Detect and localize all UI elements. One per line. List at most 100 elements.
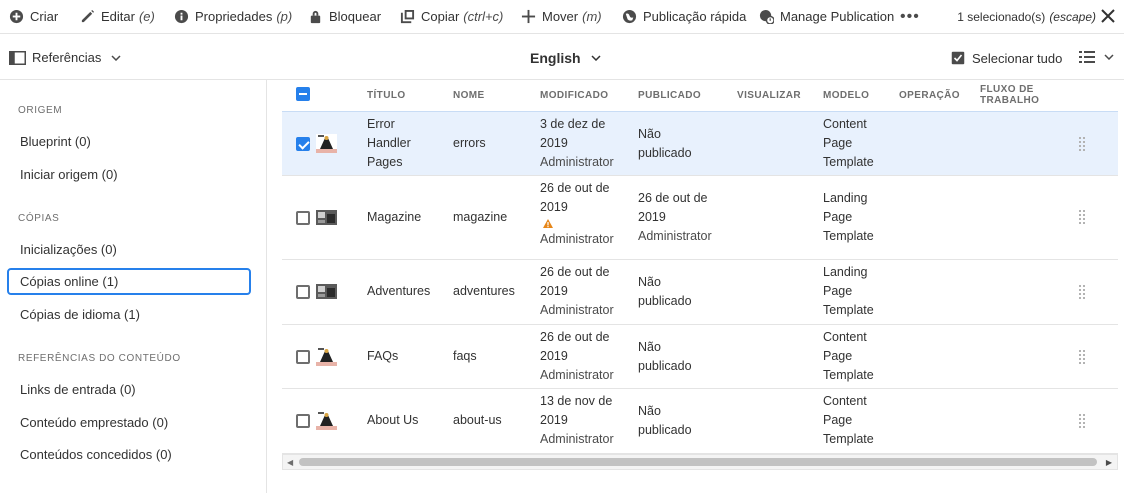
- language-selector[interactable]: English: [530, 36, 601, 80]
- copy-shortcut: (ctrl+c): [463, 9, 504, 24]
- horizontal-scrollbar[interactable]: ◀ ▶: [282, 454, 1118, 470]
- column-preview[interactable]: VISUALIZAR: [737, 90, 801, 101]
- rail-switcher[interactable]: Referências: [0, 36, 267, 80]
- page-thumbnail-icon: [316, 134, 337, 153]
- modified-date: 26 de out de: [540, 181, 610, 195]
- modified-by: Administrator: [540, 303, 614, 317]
- column-name[interactable]: NOME: [453, 90, 485, 101]
- quick-publish-button[interactable]: Publicação rápida: [622, 0, 746, 34]
- row-checkbox[interactable]: [296, 211, 310, 225]
- row-published: Não publicado: [638, 273, 692, 311]
- row-checkbox[interactable]: [296, 414, 310, 428]
- column-template[interactable]: MODELO: [823, 90, 869, 101]
- row-modified: 3 de dez de 2019 Administrator: [540, 115, 614, 172]
- properties-label: Propriedades: [195, 9, 273, 24]
- table-row[interactable]: Adventures adventures 26 de out de 2019 …: [282, 260, 1118, 325]
- row-checkbox[interactable]: [296, 285, 310, 299]
- column-workflow[interactable]: FLUXO DE TRABALHO: [980, 84, 1039, 106]
- lock-button[interactable]: Bloquear: [308, 0, 381, 34]
- scroll-right-icon[interactable]: ▶: [1106, 458, 1112, 467]
- template-line: Template: [823, 432, 874, 446]
- published-line: Não: [638, 340, 661, 354]
- row-name: adventures: [453, 284, 515, 298]
- edit-button[interactable]: Editar (e): [80, 0, 155, 34]
- copy-button[interactable]: Copiar (ctrl+c): [400, 0, 503, 34]
- close-icon[interactable]: [1101, 9, 1115, 23]
- row-template: Landing Page Template: [823, 189, 874, 246]
- title-line: Pages: [367, 155, 403, 169]
- copy-label: Copiar: [421, 9, 460, 24]
- selection-count: 1 selecionado(s) (escape): [957, 0, 1096, 34]
- column-workflow-line2: TRABALHO: [980, 95, 1040, 106]
- modified-date: 26 de out de: [540, 265, 610, 279]
- drag-handle-icon[interactable]: [1079, 210, 1085, 224]
- table-row[interactable]: Error Handler Pages errors 3 de dez de 2…: [282, 111, 1118, 176]
- rail-item-incoming-links[interactable]: Links de entrada (0): [7, 376, 251, 403]
- drag-handle-icon[interactable]: [1079, 414, 1085, 428]
- rail-title: Referências: [32, 50, 102, 65]
- rail-section-copies: CÓPIAS: [18, 213, 60, 224]
- row-title[interactable]: FAQs: [367, 347, 398, 366]
- checkbox-check-icon: [951, 51, 965, 65]
- scroll-left-icon[interactable]: ◀: [287, 458, 293, 467]
- column-modified[interactable]: MODIFICADO: [540, 90, 608, 101]
- row-published: Não publicado: [638, 402, 692, 440]
- rail-item-live-copies[interactable]: Cópias online (1): [7, 268, 251, 295]
- row-title[interactable]: Magazine: [367, 208, 421, 227]
- selection-count-text: 1 selecionado(s): [957, 10, 1046, 24]
- rail-item-start-origin[interactable]: Iniciar origem (0): [7, 161, 251, 188]
- drag-handle-icon[interactable]: [1079, 137, 1085, 151]
- lock-label: Bloquear: [329, 9, 382, 24]
- row-checkbox[interactable]: [296, 350, 310, 364]
- table-row[interactable]: About Us about-us 13 de nov de 2019 Admi…: [282, 389, 1118, 454]
- language-label: English: [530, 50, 581, 66]
- properties-button[interactable]: Propriedades (p): [174, 0, 292, 34]
- row-checkbox[interactable]: [296, 137, 310, 151]
- title-line: Error: [367, 117, 395, 131]
- create-button[interactable]: Criar: [9, 0, 58, 34]
- drag-handle-icon[interactable]: [1079, 350, 1085, 364]
- row-title[interactable]: Adventures: [367, 282, 430, 301]
- page-thumbnail-icon: [316, 208, 337, 227]
- published-line: publicado: [638, 423, 692, 437]
- move-icon: [521, 9, 536, 24]
- move-label: Mover: [542, 9, 579, 24]
- column-operation[interactable]: OPERAÇÃO: [899, 90, 960, 101]
- scrollbar-thumb[interactable]: [299, 458, 1097, 466]
- manage-publication-label: Manage Publication: [780, 9, 895, 24]
- rail-item-language-copies[interactable]: Cópias de idioma (1): [7, 301, 251, 328]
- column-title[interactable]: TÍTULO: [367, 90, 406, 101]
- row-name: faqs: [453, 349, 477, 363]
- row-title[interactable]: Error Handler Pages: [367, 115, 411, 172]
- row-modified: 13 de nov de 2019 Administrator: [540, 392, 614, 449]
- rail-item-blueprint[interactable]: Blueprint (0): [7, 128, 251, 155]
- view-switcher[interactable]: [1079, 50, 1114, 64]
- template-line: Content: [823, 117, 867, 131]
- more-actions-button[interactable]: •••: [900, 0, 920, 34]
- rail-item-launches[interactable]: Inicializações (0): [7, 236, 251, 263]
- modified-date: 3 de dez de: [540, 117, 606, 131]
- drag-handle-icon[interactable]: [1079, 285, 1085, 299]
- rail-section-content-references: REFERÊNCIAS DO CONTEÚDO: [18, 353, 181, 364]
- column-published[interactable]: PUBLICADO: [638, 90, 701, 101]
- manage-publication-button[interactable]: Manage Publication: [759, 0, 894, 34]
- published-line: publicado: [638, 146, 692, 160]
- chevron-down-icon: [591, 55, 601, 61]
- row-published: Não publicado: [638, 338, 692, 376]
- copy-icon: [400, 9, 415, 24]
- move-button[interactable]: Mover (m): [521, 0, 602, 34]
- row-title[interactable]: About Us: [367, 411, 418, 430]
- select-all-label: Selecionar tudo: [972, 50, 1063, 66]
- content-header: English Selecionar tudo: [267, 36, 1124, 80]
- rail-item-borrowed-content[interactable]: Conteúdo emprestado (0): [7, 409, 251, 436]
- pencil-icon: [81, 9, 95, 23]
- table-row[interactable]: Magazine magazine 26 de out de 2019 Admi…: [282, 176, 1118, 260]
- modified-date: 13 de nov de: [540, 394, 613, 408]
- rail-panel-icon: [9, 50, 26, 65]
- table-row[interactable]: FAQs faqs 26 de out de 2019 Administrato…: [282, 325, 1118, 389]
- template-line: Page: [823, 349, 853, 363]
- rail-item-lent-content[interactable]: Conteúdos concedidos (0): [7, 441, 251, 468]
- select-all-button[interactable]: Selecionar tudo: [951, 36, 1062, 80]
- select-all-checkbox[interactable]: [296, 87, 310, 101]
- published-line: publicado: [638, 294, 692, 308]
